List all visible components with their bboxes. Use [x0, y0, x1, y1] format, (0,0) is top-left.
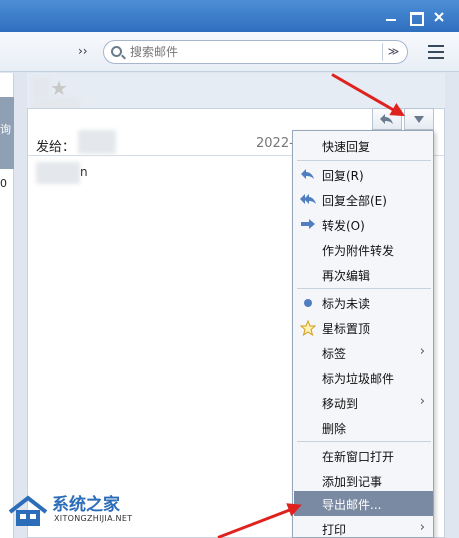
menu-item-star-pin[interactable]: 星标置顶: [294, 315, 433, 340]
title-bar: [0, 0, 459, 32]
menu-item-label: 快速回复: [322, 140, 371, 154]
menu-item-label: 标为垃圾邮件: [322, 372, 395, 386]
menu-separator: [297, 160, 431, 161]
submenu-arrow-icon: ›: [419, 520, 425, 535]
reply-all-icon: [300, 192, 316, 208]
menu-item-label: 转发(O): [322, 219, 365, 233]
watermark-title: 系统之家: [52, 495, 120, 515]
menu-item-reply[interactable]: 回复(R): [294, 162, 433, 187]
watermark-subtitle: XITONGZHIJIA.NET: [54, 514, 133, 523]
mail-list-item-text: 0: [0, 177, 7, 190]
close-button[interactable]: [432, 10, 446, 24]
menu-item-forward-as-attachment[interactable]: 作为附件转发: [294, 237, 433, 262]
menu-item-mark-unread[interactable]: 标为未读: [294, 290, 433, 315]
search-box[interactable]: ≫: [103, 40, 408, 64]
reply-icon: [300, 167, 316, 183]
minimize-button[interactable]: [384, 10, 398, 24]
forward-icon: [300, 217, 316, 233]
list-view-icon[interactable]: [428, 45, 444, 59]
watermark: 系统之家 XITONGZHIJIA.NET: [8, 490, 168, 536]
menu-item-label: 在新窗口打开: [322, 450, 395, 464]
blurred-recipient: [78, 130, 116, 154]
menu-item-label: 标为未读: [322, 297, 371, 311]
chevron-down-icon: [414, 116, 424, 123]
menu-item-label: 回复(R): [322, 169, 364, 183]
menu-item-mark-spam[interactable]: 标为垃圾邮件: [294, 365, 433, 390]
menu-item-label: 作为附件转发: [322, 244, 395, 258]
menu-item-add-to-notes[interactable]: 添加到记事: [294, 468, 433, 493]
submenu-arrow-icon: ›: [419, 394, 425, 409]
recipient-label: 发给：: [36, 140, 76, 155]
more-tools-icon[interactable]: ››: [78, 44, 88, 58]
toolbar: ›› ≫: [0, 32, 459, 72]
search-input[interactable]: [130, 43, 370, 61]
menu-separator: [297, 441, 431, 442]
menu-item-tags[interactable]: 标签 ›: [294, 340, 433, 365]
search-icon: [111, 46, 122, 57]
menu-item-reply-all[interactable]: 回复全部(E): [294, 187, 433, 212]
maximize-button[interactable]: [408, 10, 424, 26]
watermark-logo: [8, 495, 48, 526]
pane-splitter[interactable]: [15, 73, 27, 538]
menu-item-label: 导出邮件...: [322, 498, 382, 512]
search-options-button[interactable]: ≫: [382, 43, 404, 61]
right-scroll-strip: [445, 73, 459, 538]
menu-item-move-to[interactable]: 移动到 ›: [294, 390, 433, 415]
menu-item-delete[interactable]: 删除: [294, 415, 433, 440]
menu-separator: [297, 288, 431, 289]
message-date: 2022-: [256, 136, 294, 151]
menu-item-label: 再次编辑: [322, 269, 371, 283]
mail-list-pane: 询 0: [0, 73, 14, 538]
mail-list-item-text: 询: [0, 123, 11, 136]
menu-item-label: 星标置顶: [322, 322, 371, 336]
menu-item-label: 打印: [322, 523, 347, 537]
menu-item-label: 回复全部(E): [322, 194, 387, 208]
menu-item-label: 添加到记事: [322, 475, 383, 489]
submenu-arrow-icon: ›: [419, 344, 425, 359]
menu-item-re-edit[interactable]: 再次编辑: [294, 262, 433, 287]
menu-item-forward[interactable]: 转发(O): [294, 212, 433, 237]
more-actions-button[interactable]: [404, 108, 434, 130]
unread-dot-icon: [300, 295, 316, 311]
close-icon: [434, 12, 444, 22]
star-icon: [299, 319, 317, 337]
message-context-menu: 快速回复 回复(R) 回复全部(E) 转发(O) 作为附件转发 再次编辑 标为未…: [292, 130, 434, 538]
blurred-avatar: [33, 78, 49, 96]
menu-item-print[interactable]: 打印 ›: [294, 516, 433, 538]
menu-item-label: 移动到: [322, 397, 359, 411]
menu-item-open-new-window[interactable]: 在新窗口打开: [294, 443, 433, 468]
blurred-body: [36, 162, 80, 184]
menu-item-export-mail[interactable]: 导出邮件...: [294, 491, 433, 516]
menu-item-quick-reply[interactable]: 快速回复: [294, 133, 433, 158]
star-icon[interactable]: ★: [50, 76, 68, 100]
menu-item-label: 标签: [322, 347, 347, 361]
message-body-text: n: [80, 165, 88, 179]
menu-item-label: 删除: [322, 422, 347, 436]
